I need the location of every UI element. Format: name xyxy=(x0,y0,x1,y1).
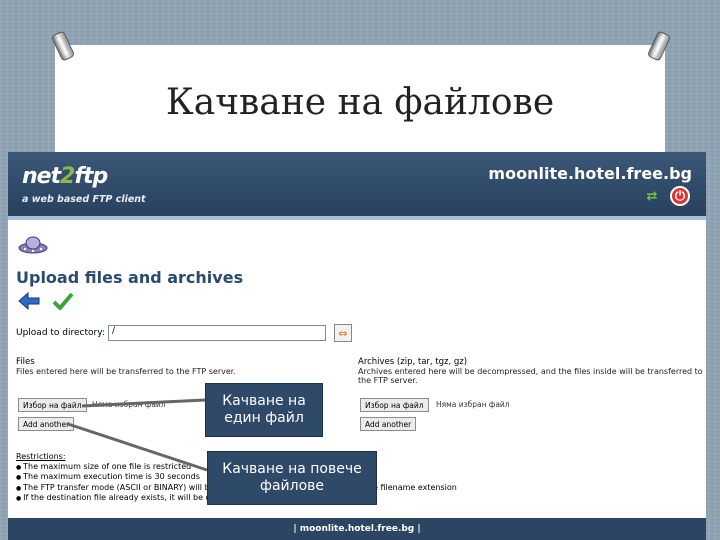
callout-multiple-files: Качване на повече файлове xyxy=(207,451,377,505)
callout-arrow-single xyxy=(81,398,206,408)
callout-single-file: Качване на един файл xyxy=(205,383,323,437)
callout-arrow-multi xyxy=(67,422,208,472)
